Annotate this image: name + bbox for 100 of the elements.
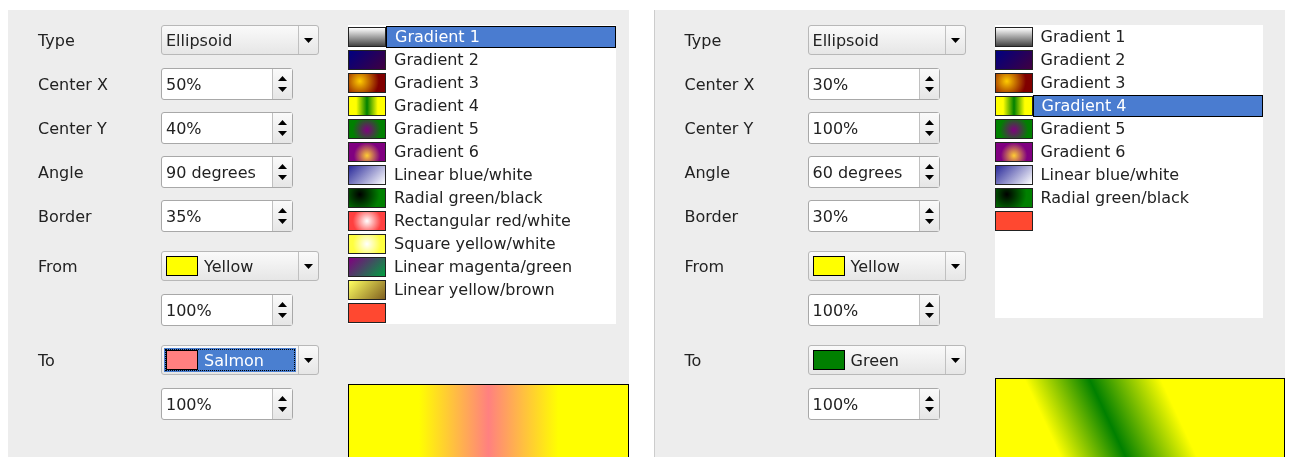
gradient-swatch-icon: [994, 164, 1033, 185]
gradient-swatch-icon: [348, 95, 386, 116]
up-arrow-icon[interactable]: [278, 119, 287, 125]
list-item[interactable]: Gradient 1: [386, 25, 616, 48]
field-label: Type: [38, 30, 75, 50]
gradient-swatch-icon: [994, 72, 1033, 93]
field-label: Center Y: [684, 118, 754, 138]
list-item[interactable]: Gradient 6: [1032, 140, 1263, 163]
gradient-swatch-icon: [994, 95, 1033, 116]
gradient-swatch-icon: [348, 210, 386, 231]
spin-field[interactable]: 30%: [807, 200, 940, 232]
spin-field[interactable]: 30%: [807, 68, 940, 100]
up-arrow-icon[interactable]: [924, 75, 934, 81]
spin-field[interactable]: 90 degrees: [161, 156, 293, 188]
list-item[interactable]: Linear blue/white: [386, 163, 616, 186]
spin-field[interactable]: 100%: [807, 294, 940, 326]
down-arrow-icon[interactable]: [924, 175, 934, 181]
gradient-swatch-icon: [994, 187, 1033, 208]
caret-icon: [304, 37, 313, 43]
gradient-swatch-icon: [348, 302, 386, 323]
up-arrow-icon[interactable]: [924, 119, 934, 125]
list-item[interactable]: Gradient 2: [386, 48, 616, 71]
spin-field[interactable]: 60 degrees: [807, 156, 940, 188]
caret-icon: [950, 263, 960, 269]
gradient-swatch-icon: [994, 26, 1033, 47]
gradient-swatch-icon: [348, 118, 386, 139]
field-label: From: [684, 256, 725, 276]
spin-field[interactable]: 35%: [161, 200, 293, 232]
gradient-swatch-icon: [348, 187, 386, 208]
gradient-swatch-icon: [348, 279, 386, 300]
list-item[interactable]: Gradient 5: [386, 117, 616, 140]
gradient-swatch-icon: [994, 141, 1033, 162]
color-dropdown[interactable]: Green: [807, 345, 966, 375]
list-item[interactable]: Gradient 3: [1032, 71, 1263, 94]
list-item[interactable]: Gradient 3: [386, 71, 616, 94]
down-arrow-icon[interactable]: [924, 407, 934, 413]
list-item[interactable]: Gradient 5: [1032, 117, 1263, 140]
gradient-swatch-icon: [348, 256, 386, 277]
field-label: Border: [38, 206, 92, 226]
up-arrow-icon[interactable]: [278, 301, 287, 307]
field-label: Center Y: [38, 118, 107, 138]
gradient-swatch-icon: [994, 210, 1033, 231]
up-arrow-icon[interactable]: [278, 75, 287, 81]
list-item[interactable]: Gradient 1: [1032, 25, 1263, 48]
list-item[interactable]: Linear magenta/green: [386, 255, 616, 278]
up-arrow-icon[interactable]: [278, 207, 287, 213]
list-item[interactable]: Rectangular red/white: [386, 209, 616, 232]
caret-icon: [950, 357, 960, 363]
up-arrow-icon[interactable]: [278, 395, 287, 401]
dropdown[interactable]: Ellipsoid: [807, 25, 966, 55]
caret-icon: [304, 357, 313, 363]
gradient-swatch-icon: [348, 233, 386, 254]
spin-field[interactable]: 100%: [807, 112, 940, 144]
spin-field[interactable]: 100%: [161, 388, 293, 420]
caret-icon: [950, 37, 960, 43]
down-arrow-icon[interactable]: [924, 87, 934, 93]
spin-field[interactable]: 50%: [161, 68, 293, 100]
gradient-swatch-icon: [348, 164, 386, 185]
list-item[interactable]: Gradient 2: [1032, 48, 1263, 71]
list-item[interactable]: Radial green/black: [1032, 186, 1263, 209]
up-arrow-icon[interactable]: [924, 163, 934, 169]
gradient-swatch-icon: [994, 49, 1033, 70]
down-arrow-icon[interactable]: [278, 313, 287, 319]
up-arrow-icon[interactable]: [924, 395, 934, 401]
gradient-swatch-icon: [994, 118, 1033, 139]
field-label: To: [38, 350, 55, 370]
list-item[interactable]: Gradient 6: [386, 140, 616, 163]
list-item[interactable]: Radial green/black: [386, 186, 616, 209]
down-arrow-icon[interactable]: [924, 131, 934, 137]
up-arrow-icon[interactable]: [924, 301, 934, 307]
field-label: Center X: [684, 74, 755, 94]
spin-field[interactable]: 100%: [161, 294, 293, 326]
list-item[interactable]: Linear blue/white: [1032, 163, 1263, 186]
up-arrow-icon[interactable]: [278, 163, 287, 169]
dropdown[interactable]: Ellipsoid: [161, 25, 319, 55]
spin-field[interactable]: 40%: [161, 112, 293, 144]
field-label: Center X: [38, 74, 108, 94]
down-arrow-icon[interactable]: [278, 87, 287, 93]
field-label: From: [38, 256, 78, 276]
gradient-swatch-icon: [348, 49, 386, 70]
gradient-swatch-icon: [348, 72, 386, 93]
list-item[interactable]: Square yellow/white: [386, 232, 616, 255]
up-arrow-icon[interactable]: [924, 207, 934, 213]
list-item[interactable]: Gradient 4: [1032, 94, 1263, 117]
caret-icon: [304, 263, 313, 269]
list-item[interactable]: Gradient 4: [386, 94, 616, 117]
color-dropdown[interactable]: Yellow: [161, 251, 319, 281]
down-arrow-icon[interactable]: [924, 313, 934, 319]
gradient-swatch-icon: [348, 26, 386, 47]
color-dropdown[interactable]: Yellow: [807, 251, 966, 281]
list-item[interactable]: Linear yellow/brown: [386, 278, 616, 301]
down-arrow-icon[interactable]: [278, 131, 287, 137]
down-arrow-icon[interactable]: [924, 219, 934, 225]
spin-field[interactable]: 100%: [807, 388, 940, 420]
field-label: Angle: [684, 162, 731, 182]
field-label: Angle: [38, 162, 84, 182]
down-arrow-icon[interactable]: [278, 407, 287, 413]
color-dropdown[interactable]: Salmon: [161, 345, 319, 375]
down-arrow-icon[interactable]: [278, 219, 287, 225]
down-arrow-icon[interactable]: [278, 175, 287, 181]
